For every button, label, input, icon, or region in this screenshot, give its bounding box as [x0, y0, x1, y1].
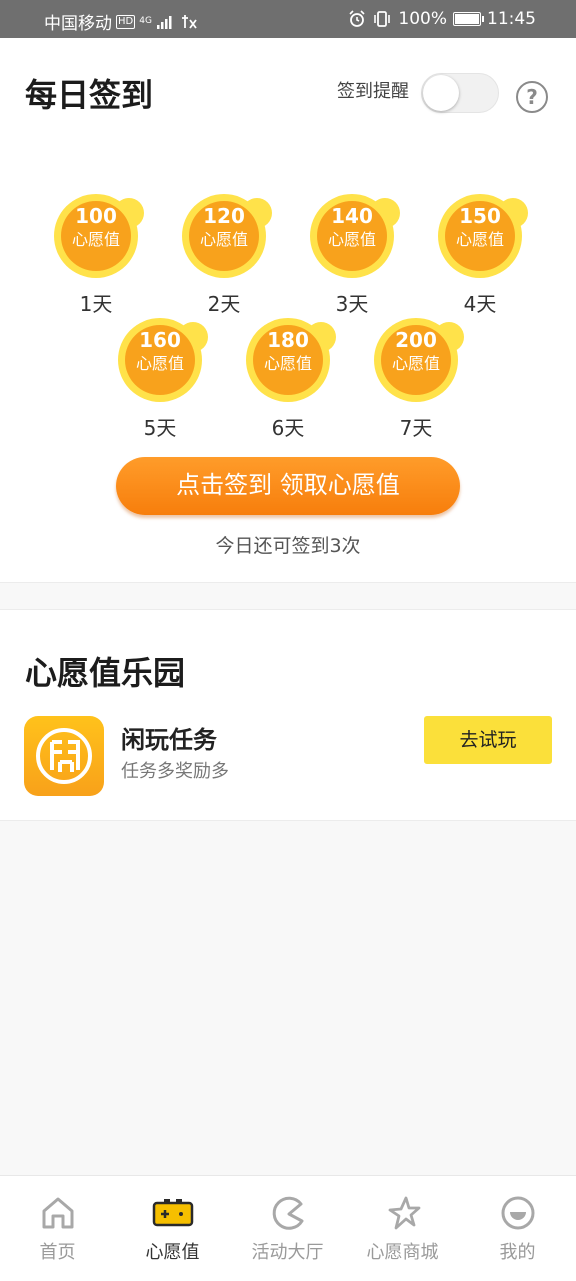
- reminder-label: 签到提醒: [337, 81, 409, 102]
- coin-icon: 120 心愿值: [182, 194, 272, 278]
- coin-icon: 160 心愿值: [118, 318, 208, 402]
- home-icon: [42, 1197, 73, 1229]
- vibrate-icon: [374, 11, 391, 27]
- carrier-name: 中国移动: [44, 14, 112, 34]
- nav-item-activity-hall[interactable]: 活动大厅: [230, 1194, 345, 1264]
- signal-icon: [156, 15, 172, 29]
- day-label: 5天: [143, 416, 177, 440]
- reward-amount: 150: [459, 204, 501, 228]
- reward-amount: 160: [139, 328, 181, 352]
- day-reward-4: 150 心愿值 4天: [432, 194, 528, 317]
- clock-time: 11:45: [487, 9, 536, 29]
- reward-unit: 心愿值: [455, 230, 504, 249]
- reward-unit: 心愿值: [199, 230, 248, 249]
- day-reward-3: 140 心愿值 3天: [304, 194, 400, 317]
- day-reward-2: 120 心愿值 2天: [176, 194, 272, 317]
- reminder-toggle[interactable]: [421, 73, 499, 113]
- daily-signin-panel: 每日签到 签到提醒 ? 100 心愿值 1天 120 心愿值 2天 140 心愿值 3…: [0, 38, 576, 583]
- network-type: 4G: [139, 16, 152, 26]
- battery-percent: 100%: [398, 9, 447, 29]
- day-reward-6: 180 心愿值 6天: [240, 318, 336, 441]
- nav-item-mine[interactable]: 我的: [460, 1194, 575, 1264]
- reward-amount: 180: [267, 328, 309, 352]
- data-saver-icon: [181, 14, 197, 29]
- reward-unit: 心愿值: [327, 230, 376, 249]
- alarm-icon: [349, 10, 365, 27]
- day-label: 7天: [399, 416, 433, 440]
- status-bar: 中国移动 HD 4G 100% 11:45: [0, 0, 576, 38]
- smiley-icon: [501, 1196, 534, 1230]
- nav-item-wish-mall[interactable]: 心愿商城: [345, 1194, 460, 1264]
- section-title: 心愿值乐园: [25, 654, 186, 692]
- reward-unit: 心愿值: [391, 354, 440, 373]
- reward-amount: 120: [203, 204, 245, 228]
- star-icon: [388, 1196, 420, 1230]
- try-play-button[interactable]: 去试玩: [424, 716, 552, 764]
- coin-icon: 200 心愿值: [374, 318, 464, 402]
- gamepad-icon: [152, 1199, 193, 1227]
- coin-icon: 100 心愿值: [54, 194, 144, 278]
- nav-label: 活动大厅: [251, 1242, 324, 1263]
- coin-icon: 180 心愿值: [246, 318, 336, 402]
- day-label: 4天: [463, 292, 497, 316]
- hd-badge: HD: [116, 14, 136, 29]
- day-reward-7: 200 心愿值 7天: [368, 318, 464, 441]
- day-label: 2天: [207, 292, 241, 316]
- coin-icon: 140 心愿值: [310, 194, 400, 278]
- page-title: 每日签到: [25, 76, 154, 114]
- task-description: 任务多奖励多: [121, 761, 229, 782]
- reward-amount: 140: [331, 204, 373, 228]
- reward-amount: 100: [75, 204, 117, 228]
- nav-item-wish-value[interactable]: 心愿值: [115, 1194, 230, 1264]
- nav-label: 心愿值: [145, 1242, 200, 1263]
- nav-item-home[interactable]: 首页: [0, 1194, 115, 1264]
- nav-label: 首页: [39, 1242, 76, 1263]
- reward-unit: 心愿值: [135, 354, 184, 373]
- reward-unit: 心愿值: [263, 354, 312, 373]
- nav-label: 心愿商城: [366, 1242, 439, 1263]
- day-label: 3天: [335, 292, 369, 316]
- remaining-checkins-text: 今日还可签到3次: [215, 535, 361, 557]
- wish-park-section: 心愿值乐园 闲玩任务 任务多奖励多 去试玩: [0, 609, 576, 821]
- battery-icon: [453, 12, 484, 26]
- day-label: 6天: [271, 416, 305, 440]
- nav-label: 我的: [499, 1242, 536, 1263]
- reward-amount: 200: [395, 328, 437, 352]
- app-logo-icon: [36, 728, 92, 784]
- reward-unit: 心愿值: [71, 230, 120, 249]
- task-name: 闲玩任务: [121, 726, 217, 754]
- pacman-icon: [272, 1196, 303, 1230]
- checkin-button[interactable]: 点击签到 领取心愿值: [116, 457, 460, 515]
- help-icon[interactable]: ?: [516, 81, 548, 113]
- coin-icon: 150 心愿值: [438, 194, 528, 278]
- day-label: 1天: [79, 292, 113, 316]
- toggle-knob: [423, 75, 459, 111]
- day-reward-1: 100 心愿值 1天: [48, 194, 144, 317]
- xianwan-app-icon[interactable]: [24, 716, 104, 796]
- day-reward-5: 160 心愿值 5天: [112, 318, 208, 441]
- bottom-navigation: 首页 心愿值 活动大厅 心愿商城 我的: [0, 1175, 576, 1281]
